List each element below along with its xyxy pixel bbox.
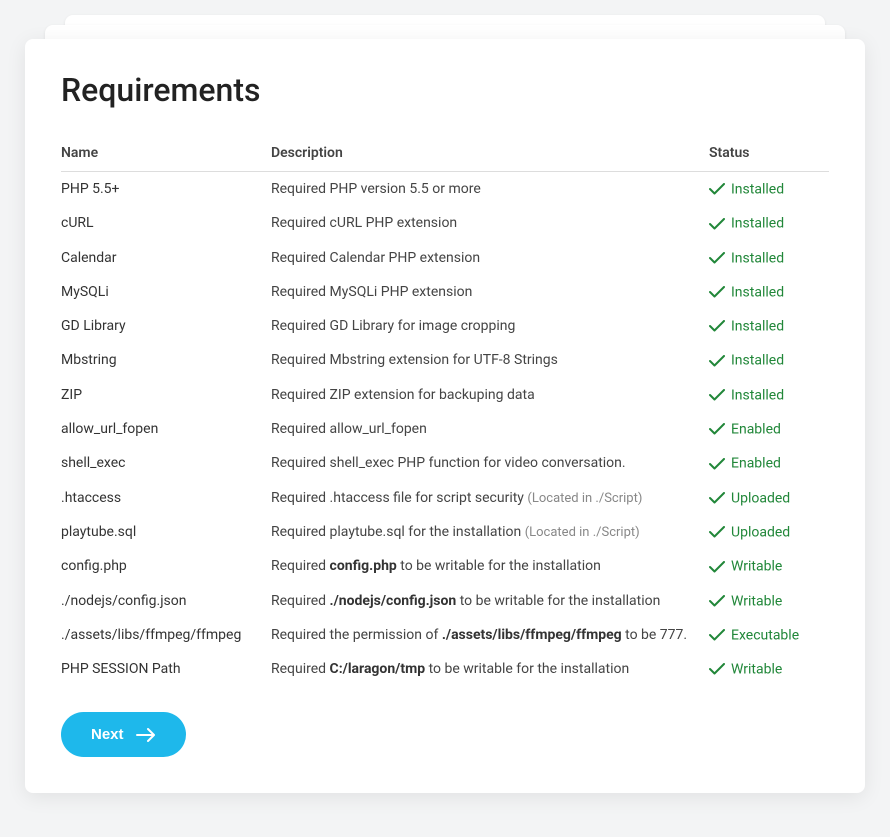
req-status: Installed [709, 275, 829, 309]
req-description: Required shell_exec PHP function for vid… [271, 446, 709, 480]
table-row: ZIPRequired ZIP extension for backuping … [61, 378, 829, 412]
check-icon [709, 492, 725, 504]
next-button-label: Next [91, 726, 124, 743]
check-icon [709, 183, 725, 195]
req-description: Required MySQLi PHP extension [271, 275, 709, 309]
table-row: playtube.sqlRequired playtube.sql for th… [61, 515, 829, 549]
table-row: PHP SESSION PathRequired C:/laragon/tmp … [61, 652, 829, 686]
req-name: Calendar [61, 241, 271, 275]
table-row: shell_execRequired shell_exec PHP functi… [61, 446, 829, 480]
req-status: Uploaded [709, 481, 829, 515]
check-icon [709, 423, 725, 435]
table-row: ./nodejs/config.jsonRequired ./nodejs/co… [61, 584, 829, 618]
check-icon [709, 355, 725, 367]
req-status: Installed [709, 172, 829, 207]
check-icon [709, 389, 725, 401]
req-description: Required the permission of ./assets/libs… [271, 618, 709, 652]
table-row: PHP 5.5+Required PHP version 5.5 or more… [61, 172, 829, 207]
req-status: Enabled [709, 412, 829, 446]
table-row: .htaccessRequired .htaccess file for scr… [61, 481, 829, 515]
table-row: MySQLiRequired MySQLi PHP extensionInsta… [61, 275, 829, 309]
table-row: MbstringRequired Mbstring extension for … [61, 343, 829, 377]
req-name: PHP 5.5+ [61, 172, 271, 207]
req-name: PHP SESSION Path [61, 652, 271, 686]
req-status: Installed [709, 241, 829, 275]
table-row: GD LibraryRequired GD Library for image … [61, 309, 829, 343]
req-name: shell_exec [61, 446, 271, 480]
req-name: ./nodejs/config.json [61, 584, 271, 618]
requirements-card: Requirements Name Description Status PHP… [25, 39, 865, 793]
req-name: ZIP [61, 378, 271, 412]
req-description: Required ZIP extension for backuping dat… [271, 378, 709, 412]
req-name: .htaccess [61, 481, 271, 515]
req-description: Required PHP version 5.5 or more [271, 172, 709, 207]
req-description: Required .htaccess file for script secur… [271, 481, 709, 515]
col-status: Status [709, 137, 829, 172]
req-hint: (Located in ./Script) [527, 491, 642, 506]
requirements-table: Name Description Status PHP 5.5+Required… [61, 137, 829, 686]
table-row: config.phpRequired config.php to be writ… [61, 549, 829, 583]
req-name: MySQLi [61, 275, 271, 309]
check-icon [709, 218, 725, 230]
req-status: Installed [709, 206, 829, 240]
req-status: Installed [709, 343, 829, 377]
check-icon [709, 526, 725, 538]
req-name: ./assets/libs/ffmpeg/ffmpeg [61, 618, 271, 652]
req-description: Required Mbstring extension for UTF-8 St… [271, 343, 709, 377]
req-description: Required C:/laragon/tmp to be writable f… [271, 652, 709, 686]
req-name: playtube.sql [61, 515, 271, 549]
arrow-right-icon [136, 728, 156, 742]
req-description: Required allow_url_fopen [271, 412, 709, 446]
req-description: Required GD Library for image cropping [271, 309, 709, 343]
req-description: Required cURL PHP extension [271, 206, 709, 240]
col-description: Description [271, 137, 709, 172]
check-icon [709, 595, 725, 607]
req-description: Required playtube.sql for the installati… [271, 515, 709, 549]
check-icon [709, 458, 725, 470]
req-name: config.php [61, 549, 271, 583]
req-status: Installed [709, 309, 829, 343]
table-row: allow_url_fopenRequired allow_url_fopenE… [61, 412, 829, 446]
req-hint: (Located in ./Script) [525, 525, 640, 540]
page-title: Requirements [61, 71, 829, 109]
req-name: Mbstring [61, 343, 271, 377]
col-name: Name [61, 137, 271, 172]
req-description: Required ./nodejs/config.json to be writ… [271, 584, 709, 618]
check-icon [709, 561, 725, 573]
req-name: GD Library [61, 309, 271, 343]
req-description: Required Calendar PHP extension [271, 241, 709, 275]
req-description: Required config.php to be writable for t… [271, 549, 709, 583]
req-name: cURL [61, 206, 271, 240]
req-status: Writable [709, 652, 829, 686]
check-icon [709, 320, 725, 332]
check-icon [709, 629, 725, 641]
req-status: Writable [709, 549, 829, 583]
req-status: Writable [709, 584, 829, 618]
next-button[interactable]: Next [61, 712, 186, 757]
req-status: Installed [709, 378, 829, 412]
check-icon [709, 252, 725, 264]
req-status: Executable [709, 618, 829, 652]
check-icon [709, 663, 725, 675]
req-status: Enabled [709, 446, 829, 480]
req-status: Uploaded [709, 515, 829, 549]
check-icon [709, 286, 725, 298]
req-name: allow_url_fopen [61, 412, 271, 446]
table-row: cURLRequired cURL PHP extensionInstalled [61, 206, 829, 240]
table-row: ./assets/libs/ffmpeg/ffmpegRequired the … [61, 618, 829, 652]
table-row: CalendarRequired Calendar PHP extensionI… [61, 241, 829, 275]
